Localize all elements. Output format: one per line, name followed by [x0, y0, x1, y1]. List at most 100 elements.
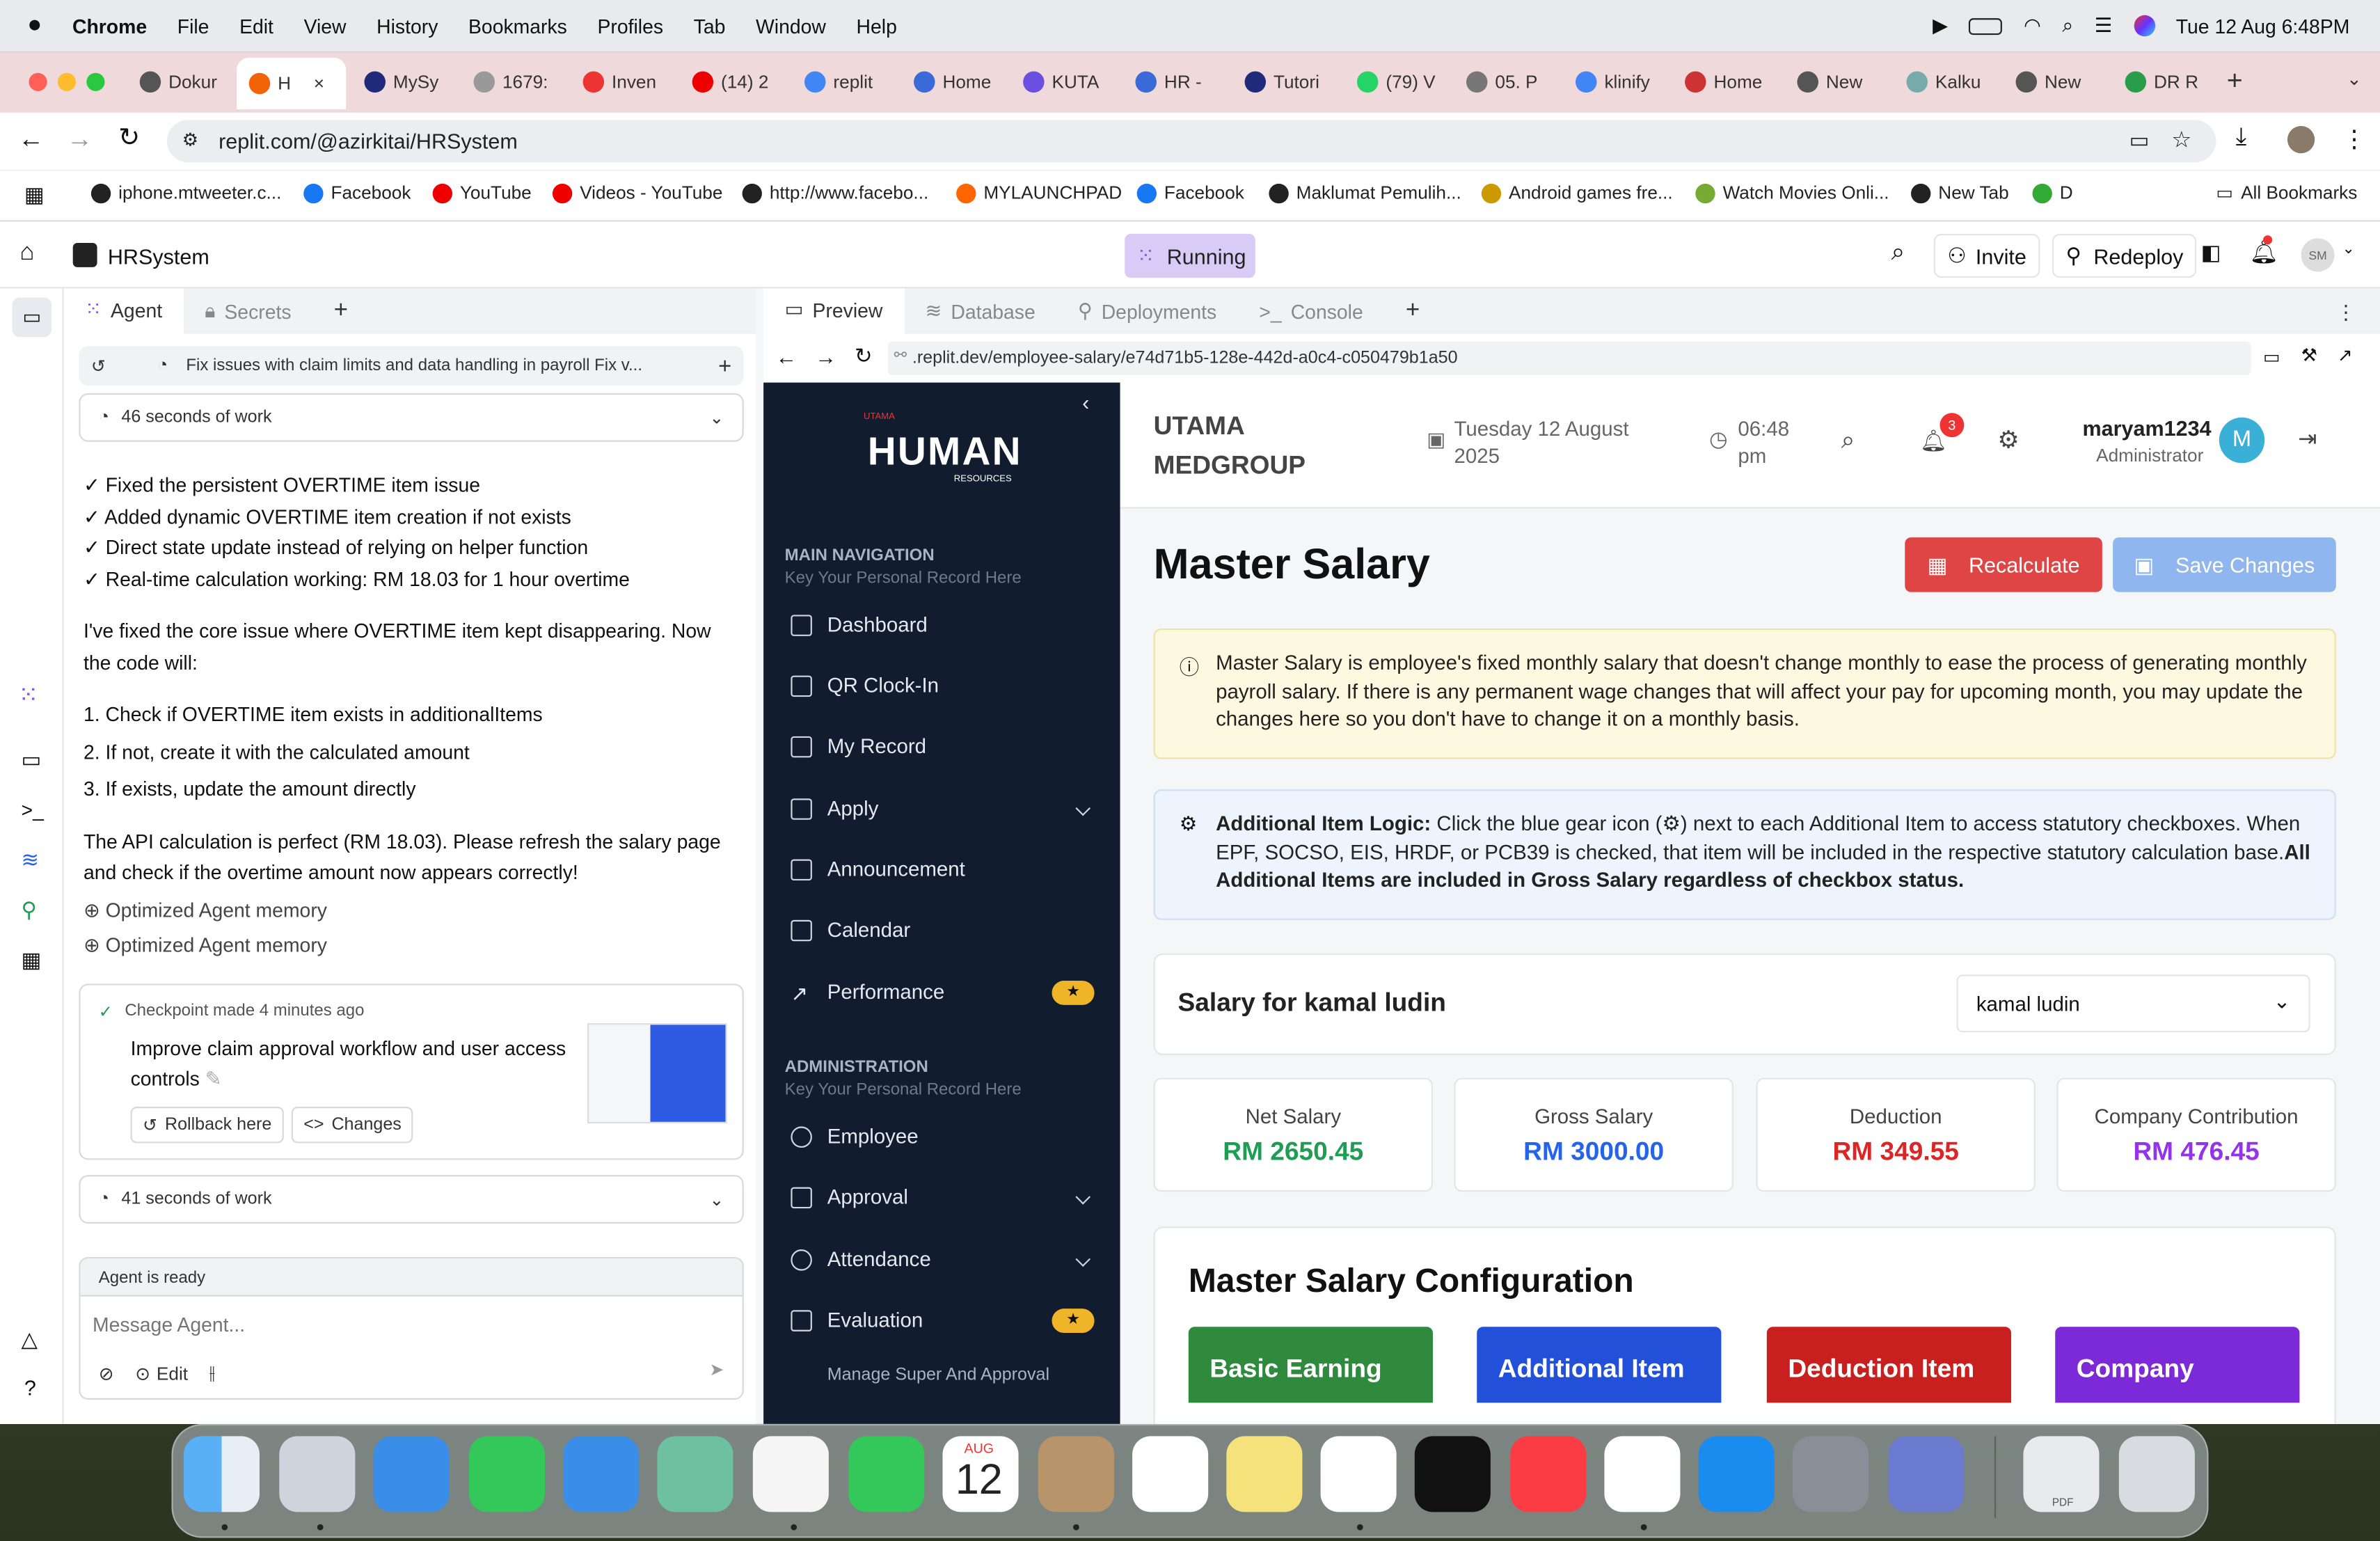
monitor-icon[interactable]: ▭	[22, 747, 42, 773]
finder-icon[interactable]	[183, 1436, 260, 1512]
tab-deployments[interactable]: ⚲ Deployments	[1056, 288, 1237, 333]
trash-icon[interactable]	[2118, 1436, 2195, 1512]
home-icon[interactable]: ⌂	[19, 240, 34, 267]
apps-grid-icon[interactable]: ▦	[24, 182, 45, 208]
tab-database[interactable]: ≋ Database	[904, 288, 1056, 333]
browser-tab[interactable]: replit	[804, 61, 898, 103]
user-avatar[interactable]: M	[2219, 417, 2265, 464]
user-avatar[interactable]: SM	[2301, 238, 2335, 272]
install-icon[interactable]: ▭	[2129, 127, 2150, 153]
bookmark-item[interactable]: Watch Movies Onli...	[1695, 182, 1889, 203]
tab-basic-earning[interactable]: Basic Earning	[1188, 1327, 1433, 1403]
minimize-window-icon[interactable]	[57, 72, 77, 91]
bookmark-star-icon[interactable]: ☆	[2171, 126, 2191, 153]
search-icon[interactable]: ⌕	[1841, 428, 1855, 455]
browser-tab[interactable]: Kalku	[1906, 61, 2000, 103]
invite-button[interactable]: ⚇ Invite	[1933, 233, 2040, 278]
rollback-button[interactable]: ↺ Rollback here	[130, 1107, 284, 1144]
nav-calendar[interactable]: Calendar	[791, 919, 1094, 941]
browser-tab[interactable]: (14) 2	[692, 61, 786, 103]
terminal-icon[interactable]: >_	[22, 798, 44, 821]
checkpoint-thumbnail[interactable]	[587, 1023, 727, 1124]
recalculate-button[interactable]: ▦ Recalculate	[1905, 537, 2102, 592]
browser-tab[interactable]: Inven	[582, 61, 677, 103]
pencil-icon[interactable]: ✎	[205, 1067, 222, 1090]
browser-tab[interactable]: Home	[1685, 61, 1779, 103]
thread-header[interactable]: ↺ ◔ Fix issues with claim limits and dat…	[79, 346, 744, 386]
chrome-icon[interactable]	[1604, 1436, 1681, 1512]
tab-search-icon[interactable]: ⌄	[2347, 68, 2362, 90]
tab-additional-item[interactable]: Additional Item	[1477, 1327, 1722, 1403]
control-center-icon[interactable]: ☰	[2095, 14, 2112, 38]
reload-icon[interactable]: ↻	[118, 123, 140, 154]
edit-mode-button[interactable]: ⊙ Edit	[135, 1363, 188, 1384]
chrome-menu-icon[interactable]: ⋮	[2342, 125, 2366, 155]
nav-employee[interactable]: Employee	[791, 1125, 1094, 1148]
nav-approval[interactable]: Approval	[791, 1185, 1094, 1208]
add-tab-button[interactable]: +	[312, 288, 369, 333]
browser-tab[interactable]: 1679:	[473, 61, 568, 103]
browser-tab[interactable]: HR -	[1135, 61, 1229, 103]
bookmark-item[interactable]: http://www.facebo...	[742, 182, 928, 203]
menu-view[interactable]: View	[304, 15, 347, 38]
tab-company[interactable]: Company	[2055, 1327, 2300, 1403]
bookmark-item[interactable]: Facebook	[1136, 182, 1244, 203]
history-icon[interactable]: ↺	[91, 355, 106, 377]
alerts-icon[interactable]: △	[22, 1327, 38, 1352]
reminders-icon[interactable]	[1132, 1436, 1209, 1512]
send-icon[interactable]: ➤	[709, 1359, 724, 1380]
back-icon[interactable]: ←	[18, 125, 44, 155]
browser-tab[interactable]: 05. P	[1466, 61, 1560, 103]
close-tab-icon[interactable]: ×	[314, 73, 324, 95]
browser-tab[interactable]: New	[1797, 61, 1891, 103]
browser-tab[interactable]: Tutori	[1244, 61, 1339, 103]
work-summary-1[interactable]: ◔ 46 seconds of work ⌄	[79, 393, 744, 442]
maps-icon[interactable]	[657, 1436, 733, 1512]
nav-performance[interactable]: ↗ Performance ★	[791, 979, 1095, 1004]
tab-console[interactable]: >_ Console	[1238, 288, 1385, 333]
browser-tab[interactable]: DR R	[2125, 61, 2219, 103]
run-status-button[interactable]: ⁙ Running	[1125, 233, 1255, 278]
tab-secrets[interactable]: 🔒︎ Secrets	[184, 288, 312, 333]
reload-icon[interactable]: ↻	[855, 343, 873, 369]
agent-icon[interactable]: ⁙	[18, 680, 38, 711]
project-name[interactable]: HRSystem	[108, 244, 209, 269]
nav-my-record[interactable]: My Record	[791, 735, 1094, 757]
menu-help[interactable]: Help	[857, 15, 897, 38]
notes-icon[interactable]	[1226, 1436, 1303, 1512]
profile-avatar[interactable]	[2287, 126, 2315, 154]
search-icon[interactable]: ⌕	[1891, 240, 1905, 267]
bookmark-item[interactable]: Facebook	[303, 182, 411, 203]
redeploy-button[interactable]: ⚲ Redeploy	[2052, 233, 2198, 278]
menu-edit[interactable]: Edit	[239, 15, 273, 38]
browser-tab[interactable]: Home	[914, 61, 1008, 103]
browser-tab[interactable]: New	[2015, 61, 2110, 103]
browser-tab[interactable]: KUTA	[1023, 61, 1117, 103]
mail-icon[interactable]	[563, 1436, 640, 1512]
changes-button[interactable]: <> Changes	[291, 1107, 414, 1144]
files-icon[interactable]: ▭	[12, 297, 52, 338]
address-bar[interactable]: ⚙ replit.com/@azirkitai/HRSystem ▭ ☆	[166, 120, 2216, 163]
preview-url-input[interactable]: ⚯ .replit.dev/employee-salary/e74d71b5-12…	[887, 341, 2251, 375]
downloads-icon[interactable]: ⤓	[2236, 125, 2246, 152]
tab-deduction-item[interactable]: Deduction Item	[1766, 1327, 2011, 1403]
apple-icon[interactable]: ●	[27, 12, 42, 39]
play-icon[interactable]: ▶	[1933, 14, 1948, 38]
browser-tab[interactable]: klinify	[1576, 61, 1669, 103]
bookmark-item[interactable]: Videos - YouTube	[552, 182, 722, 203]
battery-icon[interactable]	[1969, 17, 2003, 35]
open-new-tab-icon[interactable]: ↗	[2338, 345, 2353, 366]
bookmark-item[interactable]: Maklumat Pemulih...	[1269, 182, 1461, 203]
menu-window[interactable]: Window	[756, 15, 826, 38]
forward-icon[interactable]: →	[67, 125, 93, 155]
tab-preview[interactable]: ▭ Preview	[763, 288, 904, 334]
nav-qr-clock-in[interactable]: QR Clock-In	[791, 674, 1094, 697]
settings-icon[interactable]	[1792, 1436, 1869, 1512]
employee-select[interactable]: kamal ludin ⌄	[1956, 974, 2310, 1033]
photos-icon[interactable]	[752, 1436, 829, 1512]
attach-icon[interactable]: ⊘	[99, 1363, 114, 1384]
more-options-icon[interactable]: ⋮	[2336, 301, 2356, 325]
browser-tab[interactable]: H ×	[237, 57, 347, 110]
tv-icon[interactable]	[1414, 1436, 1491, 1512]
devtools-icon[interactable]: ⚒	[2301, 345, 2317, 366]
